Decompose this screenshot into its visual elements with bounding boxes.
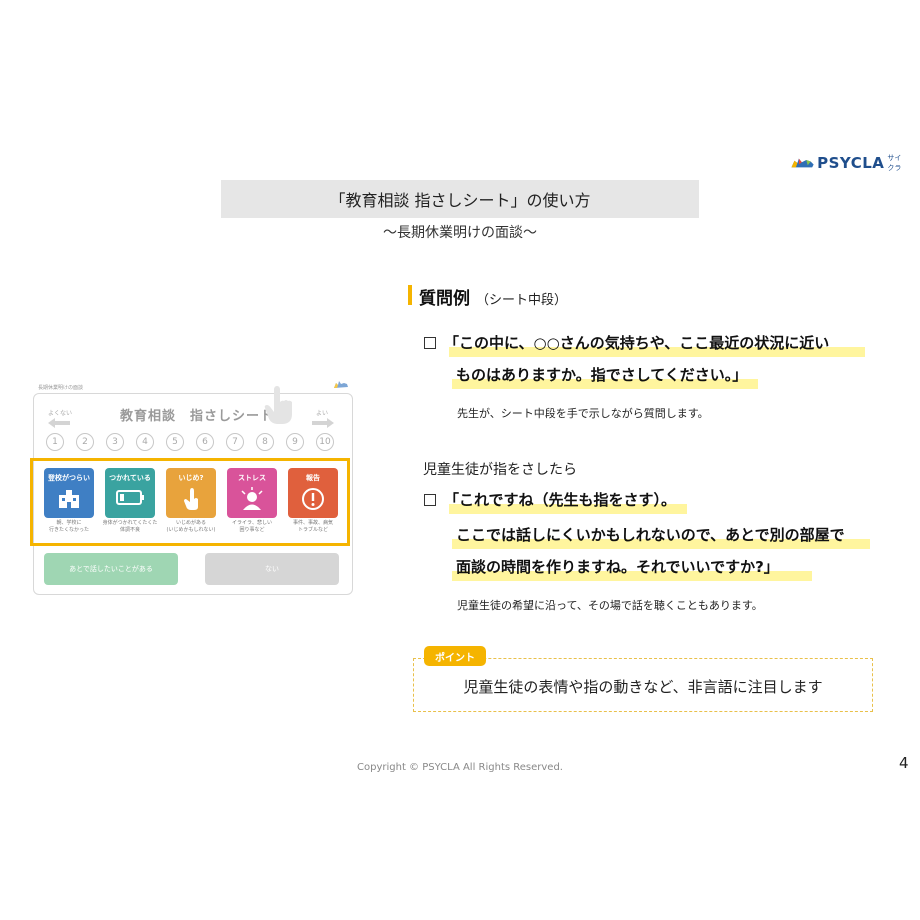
rating-number: 9 (286, 433, 304, 451)
highlight-frame (30, 458, 350, 546)
point-tag: ポイント (424, 646, 486, 666)
rating-number: 6 (196, 433, 214, 451)
question-line: 「この中に、○○さんの気持ちや、ここ最近の状況に近い (444, 334, 830, 352)
rating-number: 4 (136, 433, 154, 451)
rating-number: 10 (316, 433, 334, 451)
rating-number: 7 (226, 433, 244, 451)
rating-number: 8 (256, 433, 274, 451)
arrow-left-icon (48, 418, 70, 428)
sheet-right-label: よい (316, 410, 329, 417)
section-subtitle: （シート中段） (476, 293, 568, 308)
arrow-right-icon (312, 418, 334, 428)
none-button: ない (205, 553, 339, 585)
question-line: ここでは話しにくいかもしれないので、あとで別の部屋で (456, 526, 845, 544)
rating-number: 3 (106, 433, 124, 451)
checkbox-q2 (424, 494, 436, 506)
psycla-logo: PSYCLA サイクラ (790, 151, 908, 175)
question-note: 児童生徒の希望に沿って、その場で話を聴くこともあります。 (457, 599, 763, 612)
page-number: 4 (899, 754, 909, 772)
sheet-left-label: よくない (48, 410, 73, 417)
logo-subtext: サイクラ (887, 154, 902, 172)
sheet-title: 教育相談 指さしシート (120, 409, 275, 424)
transition-text: 児童生徒が指をさしたら (423, 462, 577, 478)
rhino-logo-icon (791, 158, 814, 168)
section-accent-bar (408, 285, 412, 305)
copyright: Copyright © PSYCLA All Rights Reserved. (357, 762, 563, 773)
talk-later-button: あとで話したいことがある (44, 553, 178, 585)
question-line: ものはありますか。指でさしてください。」 (456, 366, 748, 384)
point-text: 児童生徒の表情や指の動きなど、非言語に注目します (463, 678, 823, 696)
page-title: 「教育相談 指さしシート」の使い方 (221, 180, 699, 218)
checkbox-q1 (424, 337, 436, 349)
pointing-hand-icon (264, 386, 292, 424)
page-subtitle: ～長期休業明けの面談～ (383, 225, 537, 241)
rating-number: 2 (76, 433, 94, 451)
sheet-logo-icon (334, 381, 348, 388)
question-line: 「これですね（先生も指をさす）。 (444, 491, 677, 509)
question-note: 先生が、シート中段を手で示しながら質問します。 (457, 407, 709, 420)
sheet-small-label: 長期休業明けの面談 (38, 385, 84, 391)
section-title: 質問例 （シート中段） (419, 284, 567, 309)
section-title-text: 質問例 (419, 289, 470, 309)
question-line: 面談の時間を作りますね。それでいいですか?」 (456, 558, 779, 576)
rating-number-row: 1 2 3 4 5 6 7 8 9 10 (44, 433, 340, 451)
rating-number: 5 (166, 433, 184, 451)
rating-number: 1 (46, 433, 64, 451)
logo-text: PSYCLA (817, 154, 885, 172)
